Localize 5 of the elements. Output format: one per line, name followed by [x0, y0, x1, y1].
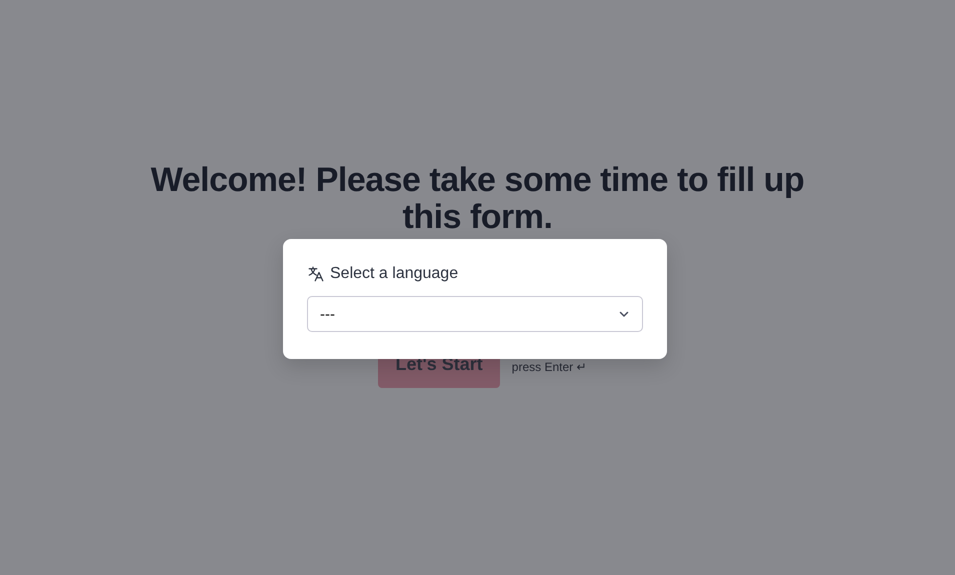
welcome-heading: Welcome! Please take some time to fill up this form. — [150, 162, 806, 236]
translate-icon — [307, 265, 325, 283]
dialog-title: Select a language — [330, 265, 458, 283]
language-select[interactable]: --- — [307, 296, 643, 332]
enter-hint: press Enter ↵ — [512, 360, 586, 374]
